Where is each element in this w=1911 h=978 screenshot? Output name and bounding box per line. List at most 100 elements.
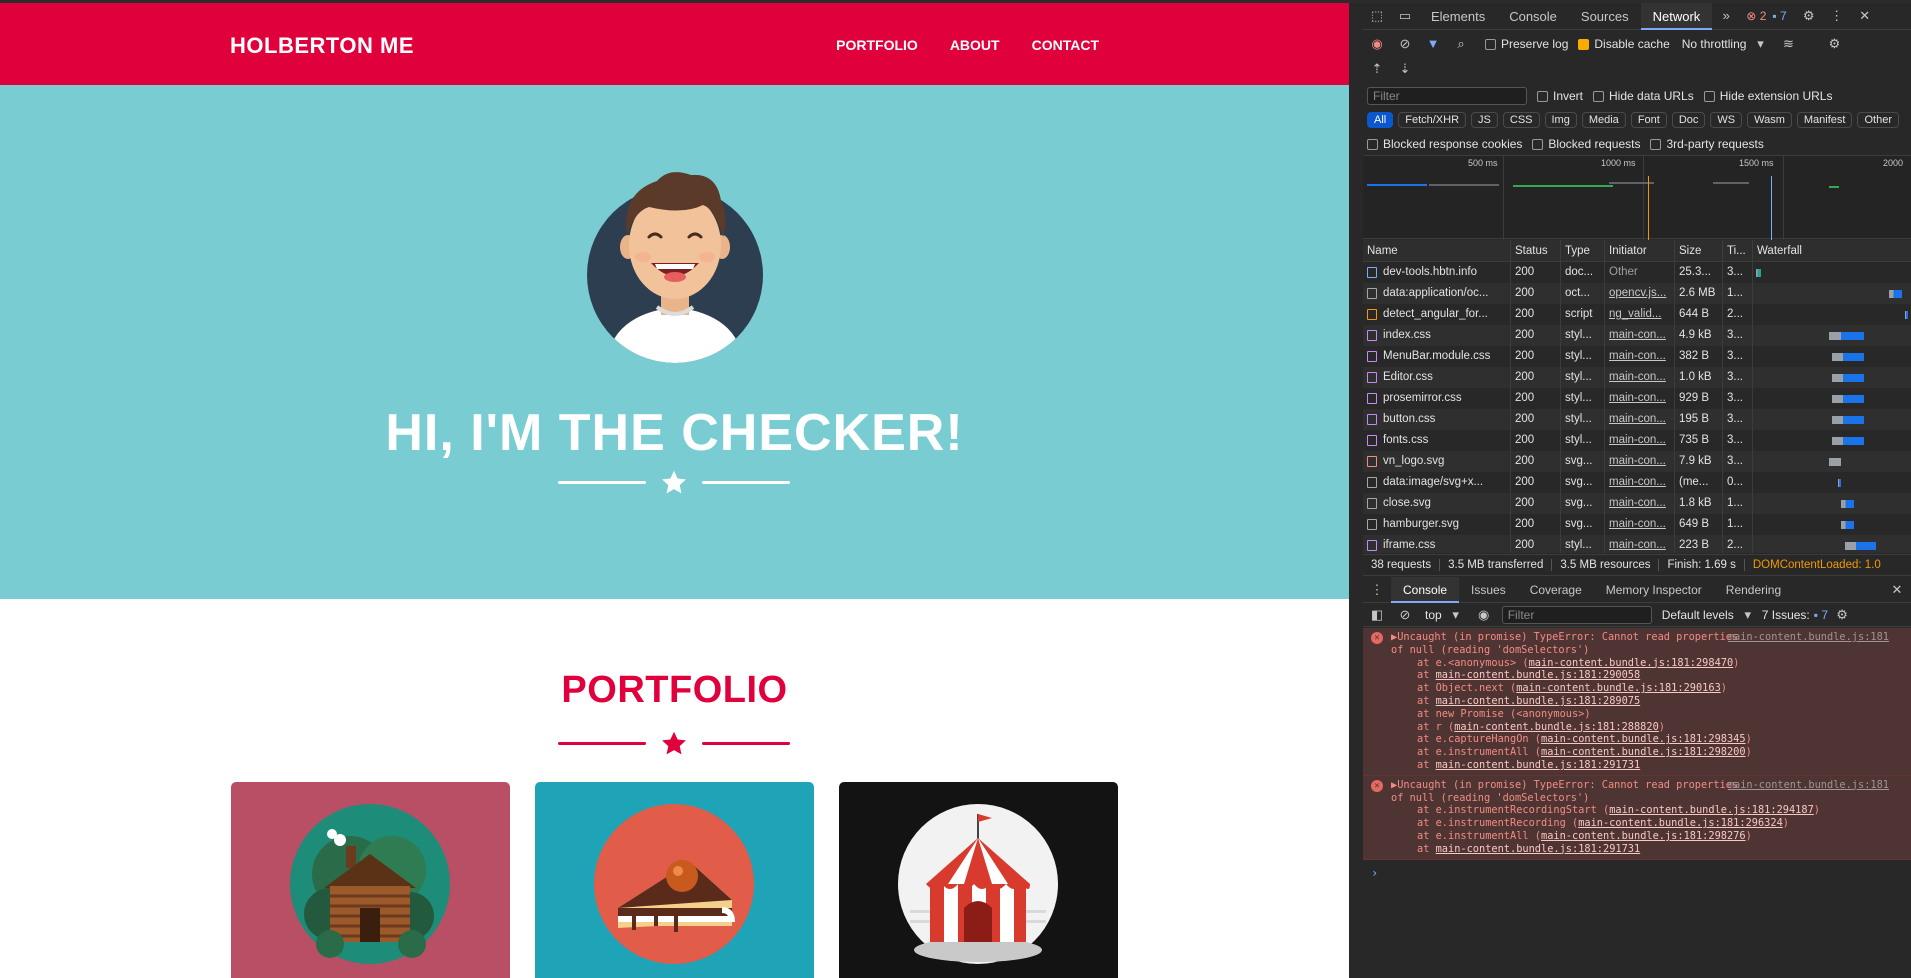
table-row[interactable]: data:application/oc... 200 oct... opencv.js… xyxy=(1363,283,1911,304)
record-icon[interactable]: ◉ xyxy=(1369,36,1385,52)
portfolio-card-circus[interactable] xyxy=(839,782,1118,978)
column-header-status[interactable]: Status xyxy=(1511,240,1561,261)
drawer-tab-console[interactable]: Console xyxy=(1391,576,1460,603)
request-name[interactable]: MenuBar.module.css xyxy=(1383,346,1490,367)
issues-count-icon[interactable]: ▪ 7 xyxy=(1814,608,1828,622)
request-name-cell[interactable]: detect_angular_for... xyxy=(1363,304,1511,325)
request-name[interactable]: fonts.css xyxy=(1383,430,1428,451)
console-filter-input[interactable]: Filter xyxy=(1501,606,1652,624)
chip-js[interactable]: JS xyxy=(1471,112,1498,128)
request-name[interactable]: vn_logo.svg xyxy=(1383,451,1444,472)
nav-link-about[interactable]: ABOUT xyxy=(950,37,1000,53)
disable-cache-checkbox[interactable] xyxy=(1578,38,1590,50)
stack-frame-link[interactable]: main-content.bundle.js:181:298200 xyxy=(1541,746,1746,758)
request-name[interactable]: prosemirror.css xyxy=(1383,388,1462,409)
request-name-cell[interactable]: MenuBar.module.css xyxy=(1363,346,1511,367)
column-header-time[interactable]: Ti... xyxy=(1723,240,1753,261)
network-settings-icon[interactable]: ⚙ xyxy=(1826,36,1842,52)
kebab-menu-icon[interactable]: ⋮ xyxy=(1829,8,1845,24)
stack-frame-link[interactable]: main-content.bundle.js:181:290058 xyxy=(1436,669,1641,681)
table-row[interactable]: vn_logo.svg 200 svg... main-con... 7.9 kB 3..… xyxy=(1363,451,1911,472)
request-name-cell[interactable]: button.css xyxy=(1363,409,1511,430)
table-row[interactable]: prosemirror.css 200 styl... main-con... 929 … xyxy=(1363,388,1911,409)
stack-frame-link[interactable]: main-content.bundle.js:181:289075 xyxy=(1436,695,1641,707)
request-name[interactable]: iframe.css xyxy=(1383,535,1435,553)
nav-link-portfolio[interactable]: PORTFOLIO xyxy=(836,37,918,53)
log-levels-select[interactable]: Default levels xyxy=(1662,608,1734,622)
error-count-badge[interactable]: ⊗ 2 xyxy=(1746,9,1766,23)
chip-other[interactable]: Other xyxy=(1857,112,1899,128)
tab-sources[interactable]: Sources xyxy=(1569,3,1641,30)
drawer-tab-coverage[interactable]: Coverage xyxy=(1518,577,1594,603)
request-name[interactable]: dev-tools.hbtn.info xyxy=(1383,262,1477,283)
chevron-down-icon[interactable]: ▾ xyxy=(1448,607,1464,623)
clear-console-icon[interactable]: ⊘ xyxy=(1397,607,1413,623)
network-filter-input[interactable]: Filter xyxy=(1367,87,1527,105)
table-row[interactable]: data:image/svg+x... 200 svg... main-con...(… xyxy=(1363,472,1911,493)
chip-css[interactable]: CSS xyxy=(1502,112,1540,128)
request-name-cell[interactable]: data:application/oc... xyxy=(1363,283,1511,304)
table-row[interactable]: fonts.css 200 styl... main-con... 735 B 3... xyxy=(1363,430,1911,451)
stack-frame-link[interactable]: main-content.bundle.js:181:296324 xyxy=(1578,817,1783,829)
chip-font[interactable]: Font xyxy=(1630,112,1667,128)
upload-icon[interactable]: ⇡ xyxy=(1369,61,1385,77)
nav-link-contact[interactable]: CONTACT xyxy=(1032,37,1099,53)
drawer-tab-issues[interactable]: Issues xyxy=(1459,577,1518,603)
preserve-log-checkbox[interactable] xyxy=(1485,38,1496,50)
column-header-name[interactable]: Name xyxy=(1363,240,1511,261)
close-drawer-icon[interactable]: ✕ xyxy=(1889,582,1905,598)
drawer-tab-rendering[interactable]: Rendering xyxy=(1714,577,1793,603)
stack-frame-link[interactable]: main-content.bundle.js:181:294187 xyxy=(1609,804,1814,816)
request-name-cell[interactable]: data:image/svg+x... xyxy=(1363,472,1511,493)
error-source-link[interactable]: main-content.bundle.js:181 xyxy=(1728,779,1889,792)
request-initiator[interactable]: main-con... xyxy=(1605,472,1675,493)
chip-doc[interactable]: Doc xyxy=(1671,112,1706,128)
chip-manifest[interactable]: Manifest xyxy=(1796,112,1853,128)
portfolio-card-cake[interactable] xyxy=(535,782,814,978)
request-name-cell[interactable]: hamburger.svg xyxy=(1363,514,1511,535)
close-icon[interactable]: ✕ xyxy=(1857,8,1873,24)
hide-extension-urls-checkbox[interactable] xyxy=(1703,90,1715,102)
search-icon[interactable]: ⌕ xyxy=(1453,36,1469,52)
request-name[interactable]: data:application/oc... xyxy=(1383,283,1489,304)
tab-console[interactable]: Console xyxy=(1497,3,1569,30)
issues-label[interactable]: 7 Issues: xyxy=(1762,608,1810,622)
inspect-element-icon[interactable]: ⬚ xyxy=(1369,8,1385,24)
context-select[interactable]: top xyxy=(1425,608,1442,622)
chip-img[interactable]: Img xyxy=(1544,112,1577,128)
table-row[interactable]: hamburger.svg 200 svg... main-con... 649 B 1.… xyxy=(1363,514,1911,535)
stack-frame-link[interactable]: main-content.bundle.js:181:298470 xyxy=(1529,657,1734,669)
error-source-link[interactable]: main-content.bundle.js:181 xyxy=(1728,631,1889,644)
live-expression-eye-icon[interactable]: ◉ xyxy=(1476,607,1492,623)
chip-media[interactable]: Media xyxy=(1581,112,1626,128)
request-initiator[interactable]: main-con... xyxy=(1605,451,1675,472)
column-header-size[interactable]: Size xyxy=(1675,240,1723,261)
chip-all[interactable]: All xyxy=(1367,112,1394,128)
request-initiator[interactable]: main-con... xyxy=(1605,367,1675,388)
table-row[interactable]: dev-tools.hbtn.info 200 doc... Other 25.3...… xyxy=(1363,262,1911,283)
stack-frame-link[interactable]: main-content.bundle.js:181:298276 xyxy=(1541,830,1746,842)
column-header-waterfall[interactable]: Waterfall xyxy=(1753,240,1911,261)
console-settings-icon[interactable]: ⚙ xyxy=(1834,607,1850,623)
download-icon[interactable]: ⇣ xyxy=(1397,61,1413,77)
drawer-tab-memory-inspector[interactable]: Memory Inspector xyxy=(1594,577,1714,603)
network-conditions-icon[interactable]: ≋ xyxy=(1780,36,1796,52)
filter-icon[interactable]: ▼ xyxy=(1425,36,1441,52)
request-name[interactable]: Editor.css xyxy=(1383,367,1433,388)
blocked-requests-checkbox[interactable] xyxy=(1532,138,1544,150)
request-name[interactable]: index.css xyxy=(1383,325,1431,346)
request-name[interactable]: button.css xyxy=(1383,409,1435,430)
portfolio-card-cabin[interactable] xyxy=(231,782,510,978)
column-header-type[interactable]: Type xyxy=(1561,240,1605,261)
drawer-menu-icon[interactable]: ⋮ xyxy=(1369,582,1385,598)
table-row[interactable]: detect_angular_for... 200 script ng_valid..… xyxy=(1363,304,1911,325)
table-row[interactable]: close.svg 200 svg... main-con... 1.8 kB 1... xyxy=(1363,493,1911,514)
blocked-cookies-checkbox[interactable] xyxy=(1367,138,1378,150)
table-row[interactable]: index.css 200 styl... main-con... 4.9 kB 3... xyxy=(1363,325,1911,346)
chip-ws[interactable]: WS xyxy=(1710,112,1743,128)
request-initiator[interactable]: main-con... xyxy=(1605,535,1675,553)
stack-frame-link[interactable]: main-content.bundle.js:181:298345 xyxy=(1541,733,1746,745)
third-party-checkbox[interactable] xyxy=(1650,138,1662,150)
clear-icon[interactable]: ⊘ xyxy=(1397,36,1413,52)
request-name[interactable]: hamburger.svg xyxy=(1383,514,1459,535)
